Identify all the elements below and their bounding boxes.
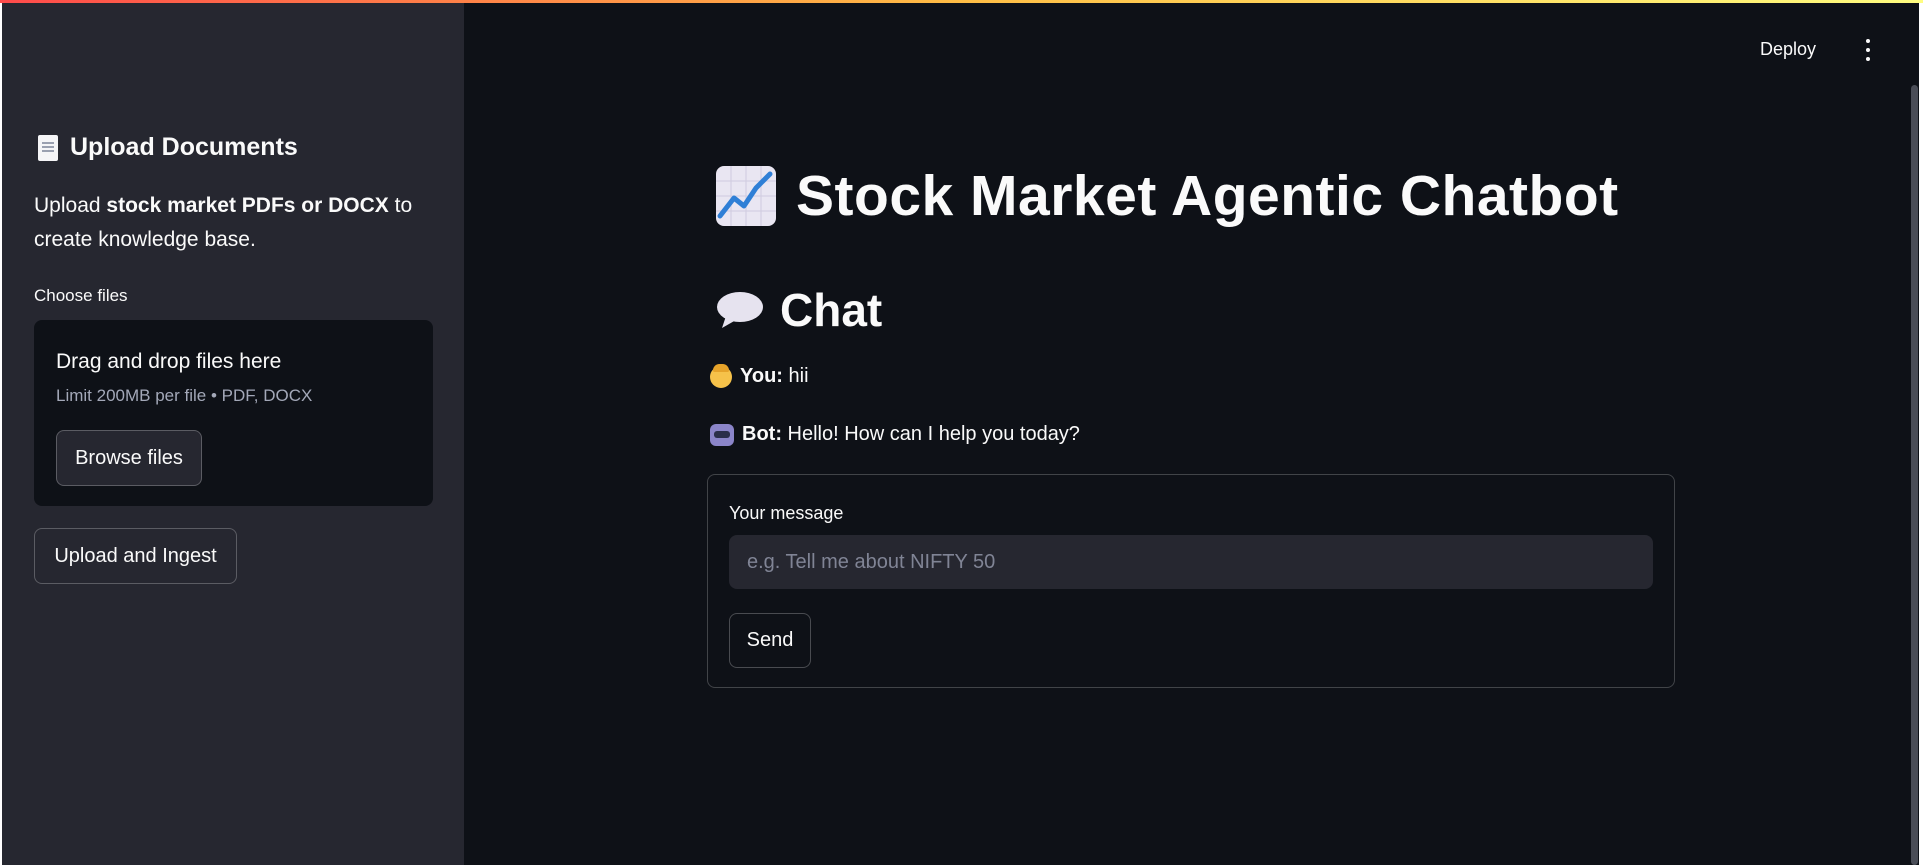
deploy-button[interactable]: Deploy [1760,39,1816,60]
sidebar: Upload Documents Upload stock market PDF… [2,3,464,865]
page-title: Stock Market Agentic Chatbot [716,163,1619,229]
document-icon [38,134,58,161]
desc-prefix: Upload [34,194,107,217]
sidebar-description: Upload stock market PDFs or DOCX to crea… [34,189,424,257]
file-dropzone[interactable]: Drag and drop files here Limit 200MB per… [34,320,433,506]
sidebar-header: Upload Documents [38,133,298,162]
sidebar-title: Upload Documents [70,133,298,161]
dropzone-limit: Limit 200MB per file • PDF, DOCX [56,386,313,405]
message-speaker: You: [740,365,783,387]
chat-message-bot: Bot: Hello! How can I help you today? [710,423,1080,446]
chat-heading-text: Chat [780,284,883,336]
message-field-label: Your message [729,503,844,523]
message-form: Your message Send [707,474,1675,688]
vertical-ellipsis-icon[interactable] [1864,39,1872,61]
chart-increasing-icon [716,166,776,226]
message-text: hii [782,365,809,387]
speech-bubble-icon [716,290,764,330]
message-input[interactable] [729,535,1653,589]
scrollbar[interactable] [1911,85,1918,865]
send-button[interactable]: Send [729,613,811,668]
upload-and-ingest-button[interactable]: Upload and Ingest [34,528,237,584]
chat-message-user: You: hii [710,363,809,388]
desc-bold: stock market PDFs or DOCX [106,194,389,217]
chat-heading: Chat [716,283,882,337]
person-icon [710,363,732,388]
page-title-text: Stock Market Agentic Chatbot [796,164,1619,228]
browse-files-button[interactable]: Browse files [56,430,202,486]
choose-files-label: Choose files [34,286,128,305]
app-window: Upload Documents Upload stock market PDF… [2,3,1919,865]
robot-icon [710,423,734,446]
message-speaker: Bot: [742,423,782,445]
message-text: Hello! How can I help you today? [781,423,1080,445]
dropzone-title: Drag and drop files here [56,350,282,373]
